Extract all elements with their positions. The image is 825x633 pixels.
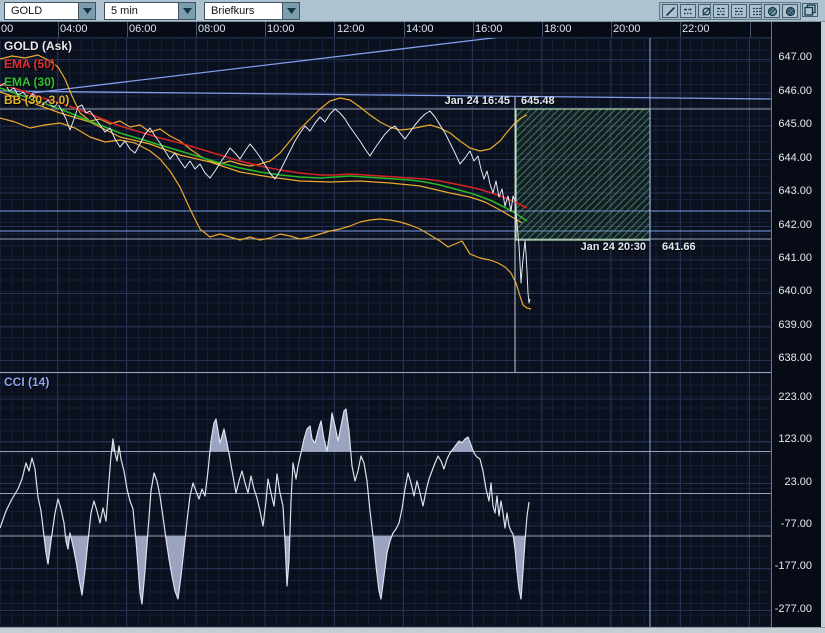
time-axis-tick <box>127 22 128 37</box>
chart-region: 00 04:00 06:00 08:00 10:00 12:00 14:00 16:00 18:… <box>0 22 821 627</box>
time-axis-label: 12:00 <box>337 23 365 35</box>
pattern-circle-2-button[interactable] <box>782 4 798 18</box>
time-axis-tick <box>196 22 197 37</box>
right-border-strip <box>821 22 825 627</box>
time-axis-label: 08:00 <box>198 23 226 35</box>
chevron-down-icon[interactable] <box>282 3 299 19</box>
time-axis-tick <box>542 22 543 37</box>
line-style-1-button[interactable] <box>713 4 729 18</box>
axis-value-label: 646.00 <box>778 85 812 97</box>
draw-tools-group <box>659 2 717 20</box>
price-type-select-value: Briefkurs <box>205 3 282 19</box>
axis-value-label: 644.00 <box>778 152 812 164</box>
cascade-windows-button[interactable] <box>802 3 818 17</box>
axis-value-label: -77.00 <box>781 518 812 530</box>
time-axis: 00 04:00 06:00 08:00 10:00 12:00 14:00 16:00 18:… <box>0 22 821 37</box>
axis-value-label: -177.00 <box>775 560 812 572</box>
price-chart-legend: GOLD (Ask) EMA (50) EMA (30) BB (30, 3.0… <box>4 39 72 111</box>
axis-value-label: 640.00 <box>778 285 812 297</box>
axis-value-label: 639.00 <box>778 319 812 331</box>
price-chart-panel[interactable]: GOLD (Ask) EMA (50) EMA (30) BB (30, 3.0… <box>0 37 771 372</box>
value-axis: 647.00 646.00 645.00 644.00 643.00 642.00 641.… <box>771 22 821 627</box>
trend-line[interactable] <box>32 38 501 93</box>
axis-value-label: 642.00 <box>778 219 812 231</box>
time-axis-label: 14:00 <box>406 23 434 35</box>
horizontal-lines-tool-button[interactable] <box>680 4 696 18</box>
bb-middle-line <box>0 92 522 223</box>
time-axis-tick <box>750 22 751 37</box>
toolbar: GOLD 5 min Briefkurs <box>0 0 825 22</box>
ema30-line <box>0 88 527 221</box>
legend-ema30: EMA (30) <box>4 75 72 93</box>
pattern-group <box>761 2 801 20</box>
symbol-select[interactable]: GOLD <box>4 2 96 20</box>
time-axis-label: 00 <box>1 23 13 35</box>
cci-legend: CCI (14) <box>4 375 49 389</box>
axis-value-label: 638.00 <box>778 352 812 364</box>
axis-value-label: 223.00 <box>778 391 812 403</box>
symbol-select-value: GOLD <box>5 3 78 19</box>
line-style-group <box>710 2 768 20</box>
time-axis-label: 20:00 <box>613 23 641 35</box>
cci-chart-canvas <box>0 373 771 627</box>
interval-select[interactable]: 5 min <box>104 2 196 20</box>
time-axis-tick <box>265 22 266 37</box>
legend-symbol: GOLD (Ask) <box>4 39 72 57</box>
legend-bb: BB (30, 3.0) <box>4 93 72 111</box>
cci-oversold-fill <box>0 409 529 604</box>
sloped-resistance-line[interactable] <box>0 91 771 99</box>
time-axis-label: 22:00 <box>682 23 710 35</box>
price-chart-canvas <box>0 38 771 373</box>
bottom-border-strip <box>0 627 825 633</box>
time-axis-label: 16:00 <box>475 23 503 35</box>
trendline-tool-button[interactable] <box>662 4 678 18</box>
price-type-select[interactable]: Briefkurs <box>204 2 300 20</box>
time-axis-label: 10:00 <box>267 23 295 35</box>
pattern-circle-1-button[interactable] <box>764 4 780 18</box>
time-axis-tick <box>473 22 474 37</box>
line-style-2-button[interactable] <box>731 4 747 18</box>
time-axis-tick <box>334 22 335 37</box>
time-axis-label: 18:00 <box>544 23 572 35</box>
legend-ema50: EMA (50) <box>4 57 72 75</box>
chart-window: GOLD 5 min Briefkurs <box>0 0 825 633</box>
axis-value-label: 647.00 <box>778 51 812 63</box>
annotation-top-time: Jan 24 16:45 <box>390 95 510 107</box>
interval-select-value: 5 min <box>105 3 178 19</box>
axis-value-label: 643.00 <box>778 185 812 197</box>
chevron-down-icon[interactable] <box>178 3 195 19</box>
time-axis-label: 04:00 <box>60 23 88 35</box>
time-axis-label: 06:00 <box>129 23 157 35</box>
axis-value-label: 641.00 <box>778 252 812 264</box>
annotation-bottom-price: 641.66 <box>662 241 696 253</box>
axis-value-label: -277.00 <box>775 603 812 615</box>
time-axis-tick <box>404 22 405 37</box>
cci-chart-panel[interactable]: CCI (14) <box>0 372 771 627</box>
time-axis-tick <box>58 22 59 37</box>
time-axis-tick <box>611 22 612 37</box>
axis-value-label: 645.00 <box>778 118 812 130</box>
chevron-down-icon[interactable] <box>78 3 95 19</box>
annotation-top-price: 645.48 <box>521 95 555 107</box>
time-axis-tick <box>680 22 681 37</box>
axis-value-label: 123.00 <box>778 433 812 445</box>
annotation-bottom-time: Jan 24 20:30 <box>526 241 646 253</box>
axis-value-label: 23.00 <box>784 476 812 488</box>
projection-box[interactable] <box>516 109 650 240</box>
